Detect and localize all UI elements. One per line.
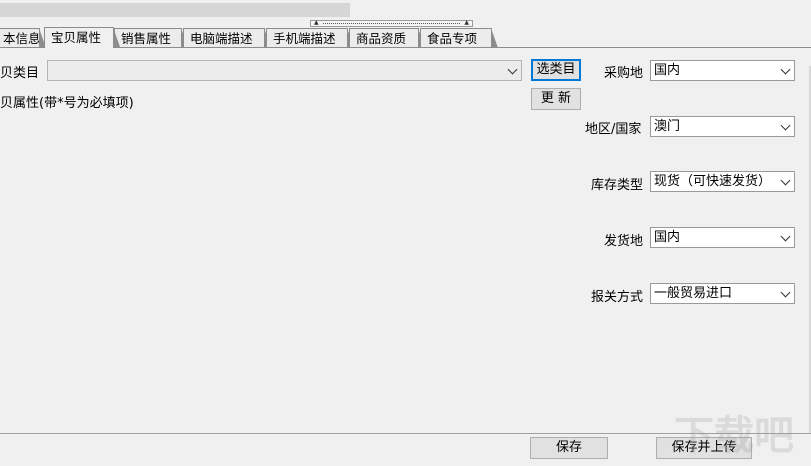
chevron-down-icon: [779, 61, 791, 80]
tab-item-attributes[interactable]: 宝贝属性: [44, 27, 120, 48]
top-toolbar-area: [0, 0, 811, 22]
customs-value: 一般贸易进口: [654, 286, 733, 301]
tab-basic-info[interactable]: 本信息: [0, 28, 46, 48]
chevron-down-icon: [779, 284, 791, 303]
tab-label: 手机端描述: [273, 31, 336, 46]
purchase-place-select[interactable]: 国内: [650, 60, 795, 81]
category-select[interactable]: [47, 60, 522, 81]
update-button[interactable]: 更 新: [531, 88, 581, 110]
watermark-logo: 下载吧: [674, 413, 794, 459]
tab-label: 销售属性: [121, 31, 172, 46]
purchase-place-label: 采购地: [604, 66, 644, 81]
update-label: 更 新: [540, 91, 572, 106]
tab-label: 电脑端描述: [190, 31, 253, 46]
collapse-up-icon: ▲: [314, 19, 319, 26]
tab-label: 本信息: [3, 31, 41, 46]
tab-sales-attributes[interactable]: 销售属性: [114, 28, 188, 48]
select-category-label: 选类目: [536, 62, 576, 77]
tab-label: 食品专项: [427, 31, 478, 46]
select-category-button[interactable]: 选类目: [531, 59, 581, 81]
tab-label: 商品资质: [356, 31, 407, 46]
purchase-place-value: 国内: [654, 63, 681, 78]
save-label: 保存: [555, 440, 582, 455]
chevron-down-icon: [779, 228, 791, 247]
grip-dots-icon: [323, 23, 460, 24]
watermark-text: 下载吧: [674, 413, 794, 459]
chevron-down-icon: [779, 117, 791, 136]
region-value: 澳门: [654, 119, 681, 134]
chevron-down-icon: [779, 172, 791, 191]
customs-label: 报关方式: [591, 290, 644, 305]
stock-type-select[interactable]: 现货（可快速发货）: [650, 171, 795, 192]
region-label: 地区/国家: [585, 122, 642, 137]
stock-type-value: 现货（可快速发货）: [654, 174, 772, 189]
tab-food-special[interactable]: 食品专项: [420, 28, 498, 48]
customs-select[interactable]: 一般贸易进口: [650, 283, 795, 304]
stock-type-label: 库存类型: [591, 178, 644, 193]
tab-label: 宝贝属性: [51, 30, 102, 45]
horizontal-scrollbar[interactable]: [0, 3, 350, 17]
save-button[interactable]: 保存: [530, 437, 608, 459]
ship-from-value: 国内: [654, 230, 681, 245]
panel-splitter-handle[interactable]: ▲ ▲: [310, 20, 473, 27]
tab-mobile-description[interactable]: 手机端描述: [266, 28, 354, 48]
tab-pc-description[interactable]: 电脑端描述: [183, 28, 271, 48]
ship-from-label: 发货地: [604, 234, 644, 249]
attributes-label: 贝属性(带*号为必填项): [0, 96, 134, 111]
tab-product-qualification[interactable]: 商品资质: [349, 28, 425, 48]
region-select[interactable]: 澳门: [650, 116, 795, 137]
collapse-up-icon: ▲: [464, 19, 469, 26]
ship-from-select[interactable]: 国内: [650, 227, 795, 248]
chevron-down-icon: [506, 61, 518, 80]
category-label: 贝类目: [0, 66, 40, 81]
